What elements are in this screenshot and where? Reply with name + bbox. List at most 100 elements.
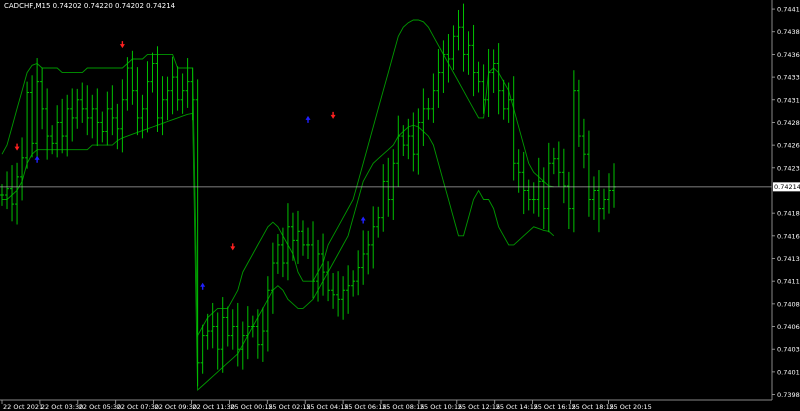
price-bar (5, 171, 10, 210)
price-bar (371, 206, 376, 269)
sell-arrow-icon (119, 41, 125, 49)
price-bar (195, 79, 200, 387)
price-bar (90, 94, 95, 139)
price-bar (290, 212, 295, 261)
price-bar (596, 170, 601, 233)
price-bar (556, 141, 561, 187)
price-bar (376, 206, 381, 238)
price-bar (215, 312, 220, 370)
price-bar (180, 73, 185, 114)
envelope-bands (1, 19, 555, 391)
price-bar (356, 250, 361, 296)
chart-header: CADCHF,M15 0.74202 0.74220 0.74202 0.742… (4, 2, 175, 10)
price-bar (65, 94, 70, 157)
price-bar (70, 88, 75, 142)
time-tick-label: 25 Oct 00:15 (230, 403, 272, 411)
price-bar (421, 88, 426, 147)
price-tick-label: 0.74310 (777, 96, 800, 104)
price-tick-label: 0.74085 (777, 300, 800, 308)
price-bar (381, 164, 386, 232)
time-tick-label: 25 Oct 20:15 (609, 403, 651, 411)
price-bar (516, 149, 521, 193)
price-bar (601, 188, 606, 220)
price-tick-label: 0.74010 (777, 368, 800, 376)
band-upper-line (1, 19, 554, 338)
price-bar (526, 179, 531, 211)
price-bar (416, 108, 421, 175)
price-bar (170, 56, 175, 115)
price-bar (275, 234, 280, 274)
price-bar (160, 76, 165, 136)
price-bar (210, 302, 215, 349)
time-tick-label: 25 Oct 12:15 (458, 403, 500, 411)
price-bar (150, 52, 155, 93)
price-bar (230, 309, 235, 350)
price-bar (120, 79, 125, 153)
price-bar (0, 184, 4, 206)
price-bar (411, 112, 416, 172)
price-bar (311, 221, 316, 299)
symbol-timeframe: CADCHF,M15 (4, 2, 51, 10)
price-bar (60, 98, 65, 154)
buy-arrow-icon (360, 216, 366, 224)
price-bar (471, 24, 476, 97)
time-tick-label: 22 Oct 09:30 (155, 403, 197, 411)
price-bar (351, 270, 356, 297)
price-bar (561, 148, 566, 204)
price-bar (511, 76, 516, 181)
buy-arrow-icon (34, 155, 40, 163)
price-tick-label: 0.74260 (777, 142, 800, 150)
price-bar (346, 265, 351, 314)
price-bar (501, 79, 506, 120)
price-bar (295, 210, 300, 264)
sell-arrow-icon (14, 143, 20, 151)
price-bar (260, 307, 265, 362)
price-bar (20, 137, 25, 201)
ohlc-values: 0.74202 0.74220 0.74202 0.74214 (52, 2, 176, 10)
price-bar (361, 230, 366, 285)
time-tick-label: 25 Oct 16:15 (534, 403, 576, 411)
price-bar (336, 271, 341, 317)
chart-window[interactable]: 0.74410 0.74385 0.74360 0.74335 0.74310 0.742… (0, 0, 800, 411)
sell-arrow-icon (230, 243, 236, 251)
time-tick-label: 25 Oct 18:15 (572, 403, 614, 411)
price-bar (280, 227, 285, 278)
price-bar (581, 118, 586, 169)
price-bar (255, 309, 260, 359)
price-bar (80, 82, 85, 123)
price-bar (496, 43, 501, 115)
price-bar (40, 67, 45, 130)
price-bar (461, 3, 466, 72)
price-tick-label: 0.73985 (777, 391, 800, 399)
price-bar (85, 85, 90, 136)
price-bar (551, 147, 556, 175)
current-price-label: 0.74214 (773, 182, 800, 192)
price-bar (431, 73, 436, 123)
price-bar (341, 276, 346, 320)
price-bar (451, 25, 456, 70)
time-tick-label: 25 Oct 02:15 (268, 403, 310, 411)
sell-arrow-icon (330, 111, 336, 119)
price-bar (406, 118, 411, 160)
time-tick-label: 25 Oct 08:15 (382, 403, 424, 411)
price-bar (30, 75, 35, 158)
price-bar (521, 151, 526, 215)
price-bar (190, 67, 195, 121)
price-bar (250, 315, 255, 338)
price-bar (576, 79, 581, 147)
time-tick-label: 22 Oct 2021 (3, 403, 43, 411)
time-tick-label: 22 Oct 11:30 (193, 403, 235, 411)
time-tick-label: 25 Oct 14:15 (496, 403, 538, 411)
price-axis[interactable]: 0.74410 0.74385 0.74360 0.74335 0.74310 0.742… (772, 6, 800, 399)
price-bar (476, 61, 481, 93)
price-tick-label: 0.74035 (777, 346, 800, 354)
price-bar (35, 58, 40, 161)
time-axis[interactable]: 22 Oct 202122 Oct 03:3022 Oct 05:3022 Oc… (1, 400, 652, 411)
price-chart[interactable]: 0.74410 0.74385 0.74360 0.74335 0.74310 0.742… (0, 0, 800, 411)
time-tick-label: 22 Oct 05:30 (79, 403, 121, 411)
time-tick-label: 25 Oct 10:15 (420, 403, 462, 411)
price-bar (175, 66, 180, 111)
price-bar (45, 88, 50, 160)
price-bar (366, 230, 371, 275)
price-bar (536, 157, 541, 217)
